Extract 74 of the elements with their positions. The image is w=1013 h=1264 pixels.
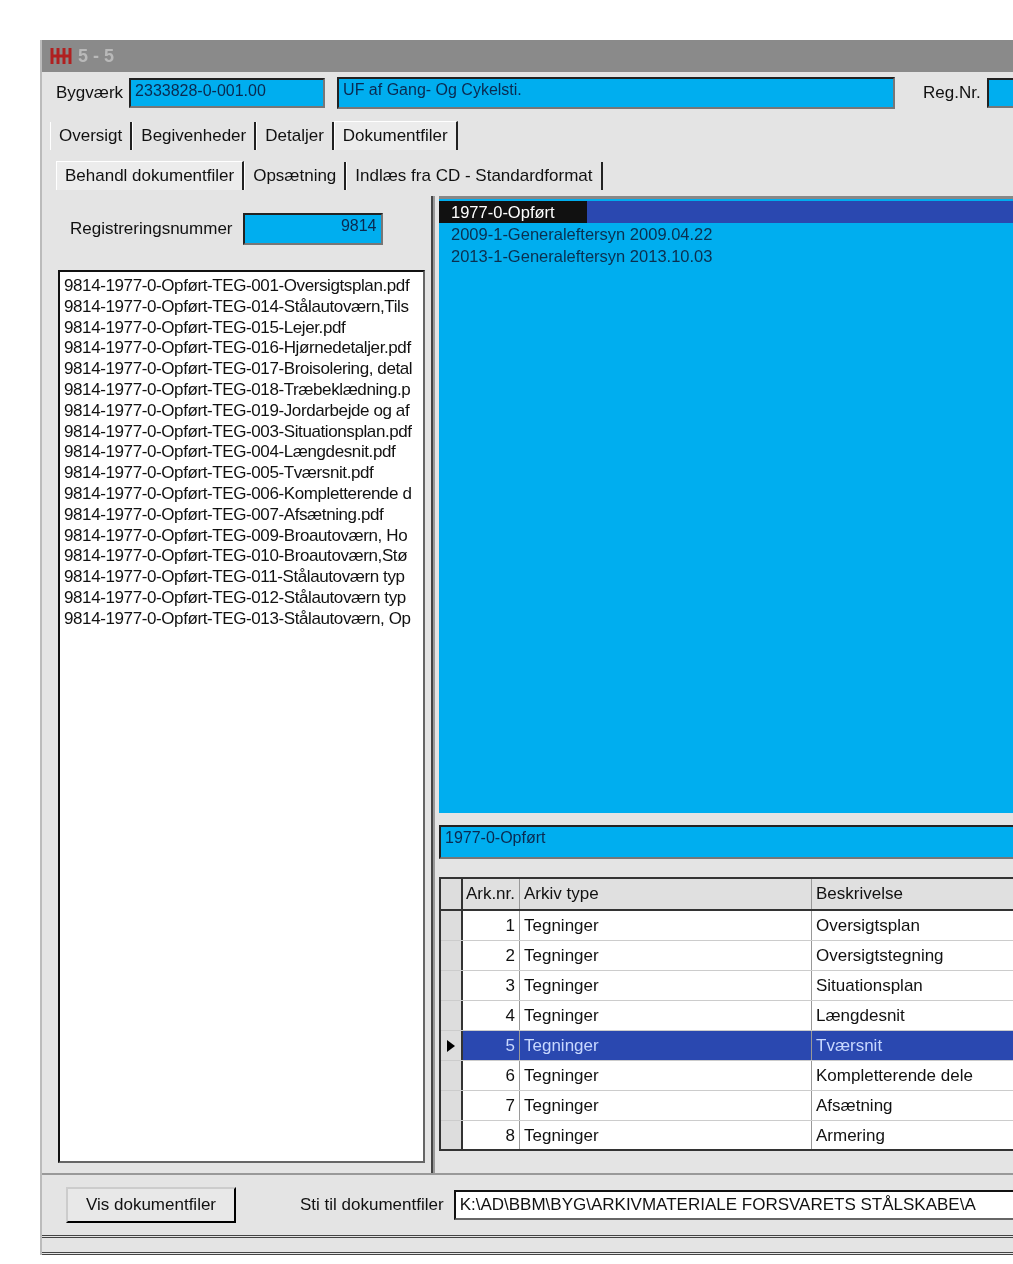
table-cell: Armering <box>811 1121 1013 1149</box>
table-cell: Tegninger <box>519 1091 811 1120</box>
table-cell-text: 3 <box>504 974 516 997</box>
row-header[interactable] <box>441 1091 463 1120</box>
file-item[interactable]: 9814-1977-0-Opført-TEG-012-Stålautoværn typ <box>64 587 423 609</box>
file-item[interactable]: 9814-1977-0-Opført-TEG-010-Broautoværn,Stø <box>64 546 423 568</box>
show-files-button[interactable]: Vis dokumentfiler <box>66 1187 236 1223</box>
column-header[interactable]: Beskrivelse <box>811 879 1013 909</box>
table-cell-text: 2 <box>504 944 516 967</box>
table-cell: Tegninger <box>519 971 811 1000</box>
selected-event-field[interactable]: 1977-0-Opført <box>439 825 1013 859</box>
table-cell: Længdesnit <box>811 1001 1013 1030</box>
table-cell-text: 6 <box>504 1064 516 1087</box>
app-icon <box>50 46 72 66</box>
event-item[interactable]: 1977-0-Opført <box>439 201 587 223</box>
tab[interactable]: Opsætning <box>244 162 347 190</box>
table-cell: Tegninger <box>519 911 811 940</box>
table-cell-text: 7 <box>504 1094 516 1117</box>
tab[interactable]: Indlæs fra CD - Standardformat <box>346 162 603 190</box>
file-item[interactable]: 9814-1977-0-Opført-TEG-001-Oversigtsplan.pdf <box>64 276 423 297</box>
file-item[interactable]: 9814-1977-0-Opført-TEG-003-Situationsplan.pdf <box>64 421 423 443</box>
table-cell: Tegninger <box>519 1121 811 1149</box>
table-cell: Situationsplan <box>811 971 1013 1000</box>
row-header[interactable] <box>441 1031 463 1060</box>
reg-nr-label: Reg.Nr. <box>923 83 981 103</box>
table-cell: Tegninger <box>519 1001 811 1030</box>
table-cell: Afsætning <box>811 1091 1013 1120</box>
row-header[interactable] <box>441 1121 463 1149</box>
file-item[interactable]: 9814-1977-0-Opført-TEG-005-Tværsnit.pdf <box>64 463 423 484</box>
path-label: Sti til dokumentfiler <box>300 1195 444 1215</box>
file-item[interactable]: 9814-1977-0-Opført-TEG-013-Stålautoværn, Op <box>64 608 423 630</box>
table-cell: Tegninger <box>519 941 811 970</box>
file-item[interactable]: 9814-1977-0-Opført-TEG-017-Broisolering, detal <box>64 359 423 380</box>
bygvaerk-field[interactable]: 2333828-0-001.00 <box>129 78 326 108</box>
file-item[interactable]: 9814-1977-0-Opført-TEG-007-Afsætning.pdf <box>64 504 423 526</box>
table-cell: 5 <box>463 1031 519 1060</box>
table-cell-text: 1 <box>504 914 516 937</box>
reg-nr-field[interactable] <box>986 78 1013 108</box>
table-cell: Tegninger <box>519 1031 811 1060</box>
table-cell: Tegninger <box>519 1061 811 1090</box>
file-item[interactable]: 9814-1977-0-Opført-TEG-009-Broautoværn, Ho <box>64 525 423 547</box>
tab[interactable]: Dokumentfiler <box>333 121 458 150</box>
file-item[interactable]: 9814-1977-0-Opført-TEG-011-Stålautoværn typ <box>64 567 423 588</box>
row-header[interactable] <box>441 1061 463 1090</box>
table-cell: Oversigtstegning <box>811 941 1013 970</box>
table-cell: Oversigtsplan <box>811 911 1013 940</box>
registration-field[interactable]: 9814 <box>242 213 383 245</box>
tab[interactable]: Behandl dokumentfiler <box>56 161 245 190</box>
name-field[interactable]: UF af Gang- Og Cykelsti. <box>337 77 896 109</box>
column-header[interactable]: Arkiv type <box>519 879 811 909</box>
table-cell: Tværsnit <box>811 1031 1013 1060</box>
file-item[interactable]: 9814-1977-0-Opført-TEG-019-Jordarbejde og af <box>64 400 423 422</box>
bygvaerk-label: Bygværk <box>56 83 124 103</box>
column-header[interactable]: Ark.nr. <box>463 879 519 909</box>
table-cell-text: 4 <box>504 1004 516 1027</box>
path-field[interactable]: K:\AD\BBM\BYG\ARKIVMATERIALE FORSVARETS STÅLSKABE\A <box>453 1190 1013 1220</box>
table-cell-text: 8 <box>504 1124 516 1147</box>
registration-label: Registreringsnummer <box>70 219 233 239</box>
event-item[interactable]: 2013-1-Generaleftersyn 2013.10.03 <box>439 245 745 267</box>
row-pointer-icon <box>446 1038 456 1053</box>
row-header[interactable] <box>441 1001 463 1030</box>
file-item[interactable]: 9814-1977-0-Opført-TEG-016-Hjørnedetaljer.pdf <box>64 338 423 360</box>
tab[interactable]: Begivenheder <box>132 122 257 150</box>
file-item[interactable]: 9814-1977-0-Opført-TEG-018-Træbeklædning.p <box>64 380 423 401</box>
table-cell: Kompletterende dele <box>811 1061 1013 1090</box>
event-item[interactable]: 2009-1-Generaleftersyn 2009.04.22 <box>439 223 745 245</box>
row-header[interactable] <box>441 911 463 940</box>
row-header[interactable] <box>441 971 463 1000</box>
file-item[interactable]: 9814-1977-0-Opført-TEG-014-Stålautoværn,Tils <box>64 296 423 318</box>
file-item[interactable]: 9814-1977-0-Opført-TEG-004-Længdesnit.pdf <box>64 442 423 464</box>
row-header[interactable] <box>441 941 463 970</box>
tab[interactable]: Oversigt <box>50 122 133 150</box>
file-item[interactable]: 9814-1977-0-Opført-TEG-015-Lejer.pdf <box>64 317 423 339</box>
file-item[interactable]: 9814-1977-0-Opført-TEG-006-Kompletterende d <box>64 483 423 505</box>
